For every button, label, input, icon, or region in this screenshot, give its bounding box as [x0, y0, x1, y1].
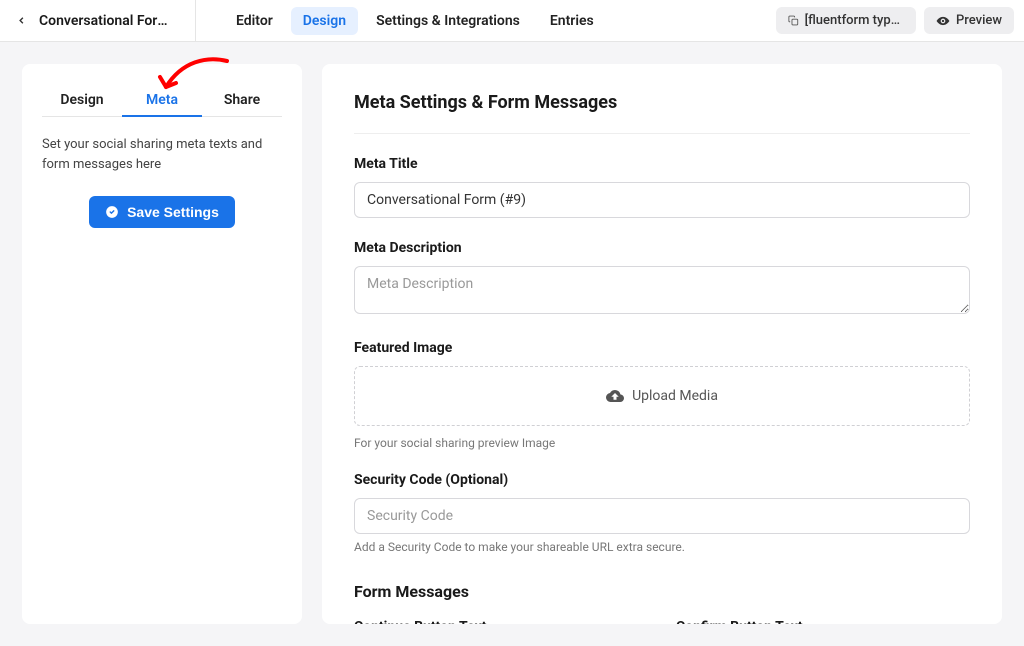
eye-icon — [936, 14, 950, 28]
divider — [354, 133, 970, 134]
main-heading: Meta Settings & Form Messages — [354, 92, 970, 113]
preview-button[interactable]: Preview — [924, 7, 1014, 34]
meta-title-label: Meta Title — [354, 156, 970, 172]
field-featured-image: Featured Image Upload Media For your soc… — [354, 340, 970, 450]
meta-title-input[interactable] — [354, 182, 970, 218]
upload-media-label: Upload Media — [632, 388, 718, 404]
cloud-upload-icon — [606, 387, 624, 405]
field-confirm-button-text: Confirm Button Text — [676, 619, 970, 624]
form-messages-heading: Form Messages — [354, 582, 970, 601]
main-panel: Meta Settings & Form Messages Meta Title… — [322, 64, 1002, 624]
back-button[interactable] — [10, 11, 33, 30]
save-button-label: Save Settings — [127, 204, 219, 220]
sidebar-tab-design[interactable]: Design — [42, 84, 122, 116]
security-code-label: Security Code (Optional) — [354, 472, 970, 488]
chevron-left-icon — [16, 15, 27, 26]
topbar: Conversational Form... Editor Design Set… — [0, 0, 1024, 42]
security-code-input[interactable] — [354, 498, 970, 534]
topbar-left: Conversational Form... — [10, 0, 196, 41]
field-meta-description: Meta Description — [354, 240, 970, 318]
topnav-settings[interactable]: Settings & Integrations — [364, 7, 532, 35]
topnav-editor[interactable]: Editor — [224, 7, 285, 35]
featured-image-helper: For your social sharing preview Image — [354, 436, 970, 450]
field-security-code: Security Code (Optional) Add a Security … — [354, 472, 970, 554]
topnav: Editor Design Settings & Integrations En… — [224, 7, 606, 35]
field-continue-button-text: Continue Button Text — [354, 619, 648, 624]
featured-image-label: Featured Image — [354, 340, 970, 356]
security-code-helper: Add a Security Code to make your shareab… — [354, 540, 970, 554]
check-circle-icon — [105, 205, 119, 219]
form-title: Conversational Form... — [39, 13, 179, 29]
form-messages-row: Continue Button Text Confirm Button Text — [354, 619, 970, 624]
content-area: Design Meta Share Set your social sharin… — [0, 42, 1024, 646]
topnav-entries[interactable]: Entries — [538, 7, 606, 35]
confirm-btn-label: Confirm Button Text — [676, 619, 970, 624]
sidebar-description: Set your social sharing meta texts and f… — [42, 135, 282, 174]
sidebar-tab-share[interactable]: Share — [202, 84, 282, 116]
meta-description-input[interactable] — [354, 266, 970, 314]
upload-media-box[interactable]: Upload Media — [354, 366, 970, 426]
continue-btn-label: Continue Button Text — [354, 619, 648, 624]
topbar-right: [fluentform type="c... Preview — [776, 7, 1014, 34]
sidebar: Design Meta Share Set your social sharin… — [22, 64, 302, 624]
sidebar-tab-meta[interactable]: Meta — [122, 84, 202, 116]
save-settings-button[interactable]: Save Settings — [89, 196, 235, 228]
preview-label: Preview — [956, 13, 1002, 28]
shortcode-button[interactable]: [fluentform type="c... — [776, 7, 916, 34]
shortcode-label: [fluentform type="c... — [805, 13, 904, 28]
topnav-design[interactable]: Design — [291, 7, 358, 35]
copy-icon — [788, 14, 799, 27]
meta-description-label: Meta Description — [354, 240, 970, 256]
field-meta-title: Meta Title — [354, 156, 970, 218]
sidebar-tabs: Design Meta Share — [42, 84, 282, 117]
